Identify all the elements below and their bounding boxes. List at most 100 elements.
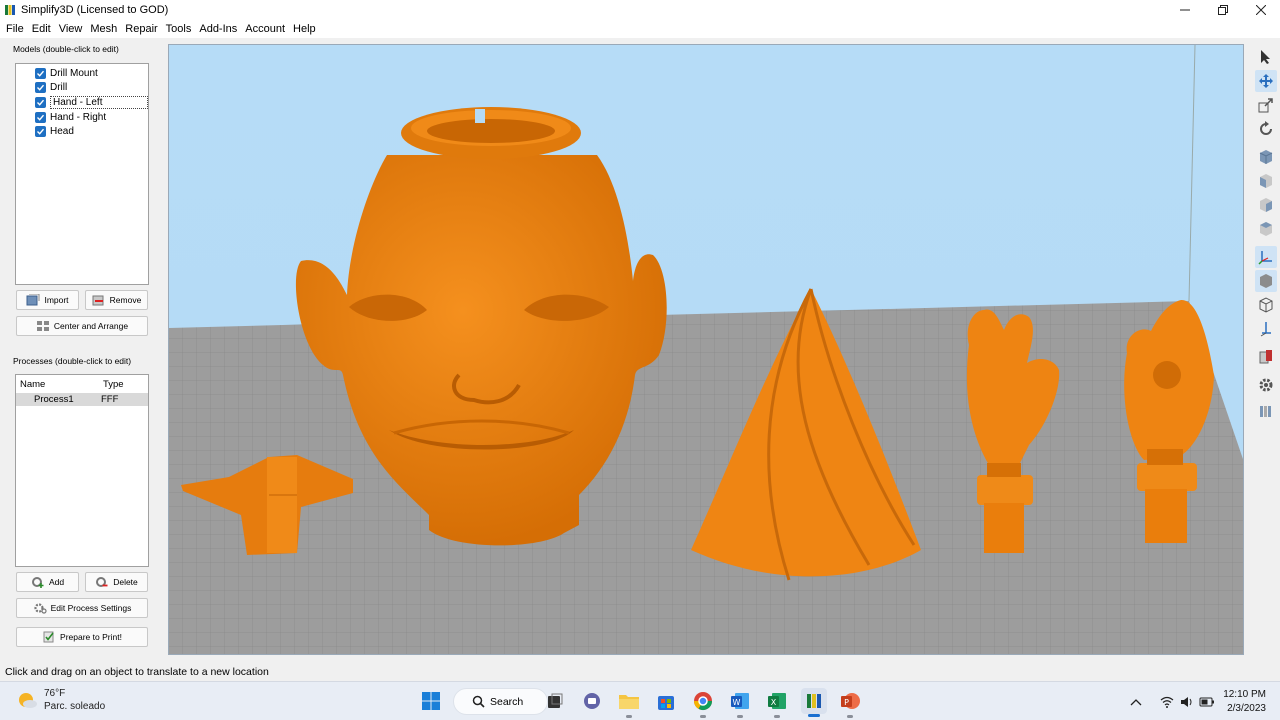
simplify3d-taskbar-icon[interactable] — [801, 688, 827, 717]
minimize-button[interactable] — [1166, 0, 1204, 20]
restore-button[interactable] — [1204, 0, 1242, 20]
svg-text:W: W — [733, 698, 741, 707]
model-item-head[interactable]: Head — [16, 124, 148, 139]
status-text: Click and drag on an object to translate… — [5, 666, 269, 678]
center-arrange-button[interactable]: Center and Arrange — [16, 316, 148, 336]
weather-widget[interactable]: 76°F Parc. soleado — [16, 687, 105, 713]
select-icon[interactable] — [1255, 46, 1277, 68]
models-section-label: Models (double-click to edit) — [13, 44, 119, 54]
remove-icon — [92, 294, 106, 306]
import-icon — [26, 293, 40, 306]
right-toolbar — [1252, 44, 1280, 474]
cube-icon[interactable] — [1255, 270, 1277, 292]
processes-list[interactable]: Name Type Process1 FFF — [15, 374, 149, 567]
model-item-label: Drill — [50, 82, 68, 94]
models-list[interactable]: Drill Mount Drill Hand - Left Hand - Rig… — [15, 63, 149, 285]
menu-add-ins[interactable]: Add-Ins — [195, 23, 241, 35]
search-label: Search — [490, 695, 524, 708]
model-item-drill-mount[interactable]: Drill Mount — [16, 66, 148, 81]
rotate-icon[interactable] — [1255, 118, 1277, 140]
remove-button[interactable]: Remove — [85, 290, 148, 310]
model-item-drill[interactable]: Drill — [16, 81, 148, 96]
cross-section-icon[interactable] — [1255, 346, 1277, 368]
build-volume-edge — [1188, 45, 1196, 302]
processes-section-label: Processes (double-click to edit) — [13, 356, 132, 366]
word-icon[interactable]: W — [728, 689, 752, 718]
view-front-icon[interactable] — [1255, 170, 1277, 192]
edit-process-settings-button[interactable]: Edit Process Settings — [16, 598, 148, 618]
window-title: Simplify3D (Licensed to GOD) — [21, 4, 169, 16]
excel-icon[interactable]: X — [765, 689, 789, 718]
powerpoint-icon[interactable]: P — [838, 689, 862, 718]
3d-viewport[interactable] — [168, 44, 1244, 655]
view-side-icon[interactable] — [1255, 194, 1277, 216]
clock-time: 12:10 PM — [1223, 689, 1266, 700]
process-name: Process1 — [34, 394, 74, 405]
cut-plane-icon[interactable] — [1255, 318, 1277, 340]
view-default-icon[interactable] — [1255, 146, 1277, 168]
view-top-icon[interactable] — [1255, 218, 1277, 240]
teams-chat-icon[interactable] — [580, 689, 604, 713]
simplify3d-app-icon — [4, 4, 16, 16]
close-button[interactable] — [1242, 0, 1280, 20]
menu-tools[interactable]: Tools — [162, 23, 196, 35]
store-icon[interactable] — [654, 689, 678, 713]
col-name: Name — [20, 378, 46, 390]
menu-bar: File Edit View Mesh Repair Tools Add-Ins… — [0, 20, 1280, 38]
search-icon — [472, 695, 485, 708]
menu-view[interactable]: View — [55, 23, 87, 35]
windows-start-icon[interactable] — [419, 689, 443, 713]
center-arrange-label: Center and Arrange — [53, 321, 129, 331]
menu-edit[interactable]: Edit — [28, 23, 55, 35]
import-label: Import — [44, 295, 69, 305]
menu-account[interactable]: Account — [241, 23, 289, 35]
clock-date: 2/3/2023 — [1227, 703, 1266, 714]
menu-repair[interactable]: Repair — [121, 23, 161, 35]
model-item-label: Head — [50, 126, 74, 138]
add-process-button[interactable]: Add — [16, 572, 79, 592]
checkbox[interactable] — [35, 126, 46, 138]
minimize-icon — [1180, 9, 1190, 11]
weather-temp: 76°F — [44, 688, 66, 699]
processes-header: Name Type — [16, 375, 148, 393]
checkbox[interactable] — [35, 96, 46, 108]
chevron-up-icon[interactable] — [1128, 698, 1144, 706]
checkbox[interactable] — [35, 111, 46, 123]
menu-file[interactable]: File — [2, 23, 28, 35]
task-view-icon[interactable] — [543, 689, 567, 713]
process-row[interactable]: Process1 FFF — [16, 393, 148, 406]
restore-icon — [1218, 5, 1228, 15]
scale-icon[interactable] — [1255, 94, 1277, 116]
viewport-scene — [169, 45, 1243, 654]
settings-icon[interactable] — [1255, 374, 1277, 396]
model-item-hand-right[interactable]: Hand - Right — [16, 110, 148, 125]
delete-process-button[interactable]: Delete — [85, 572, 148, 592]
edit-process-label: Edit Process Settings — [50, 603, 132, 613]
menu-mesh[interactable]: Mesh — [86, 23, 121, 35]
clock[interactable]: 12:10 PM 2/3/2023 — [1214, 688, 1266, 716]
model-item-label: Drill Mount — [50, 67, 98, 79]
layers-icon[interactable] — [1255, 400, 1277, 422]
checkbox[interactable] — [35, 67, 46, 79]
taskbar-search[interactable]: Search — [453, 688, 548, 715]
prepare-to-print-button[interactable]: Prepare to Print! — [16, 627, 148, 647]
file-explorer-icon[interactable] — [617, 689, 641, 718]
move-icon[interactable] — [1255, 70, 1277, 92]
col-type: Type — [103, 378, 124, 390]
close-icon — [1256, 5, 1266, 15]
wireframe-icon[interactable] — [1255, 294, 1277, 316]
volume-icon[interactable] — [1178, 696, 1196, 708]
add-icon — [31, 576, 45, 588]
checkbox[interactable] — [35, 82, 46, 94]
delete-icon — [95, 576, 109, 588]
taskbar: 76°F Parc. soleado Search W X P 12:10 PM… — [0, 681, 1280, 720]
chrome-icon[interactable] — [691, 689, 715, 718]
menu-help[interactable]: Help — [289, 23, 320, 35]
import-button[interactable]: Import — [16, 290, 79, 310]
wifi-icon[interactable] — [1156, 696, 1178, 708]
center-arrange-icon — [36, 320, 50, 332]
model-item-hand-left[interactable]: Hand - Left — [16, 95, 148, 110]
model-item-label: Hand - Right — [50, 111, 107, 123]
status-bar: Click and drag on an object to translate… — [0, 663, 1280, 681]
axes-icon[interactable] — [1255, 246, 1277, 268]
